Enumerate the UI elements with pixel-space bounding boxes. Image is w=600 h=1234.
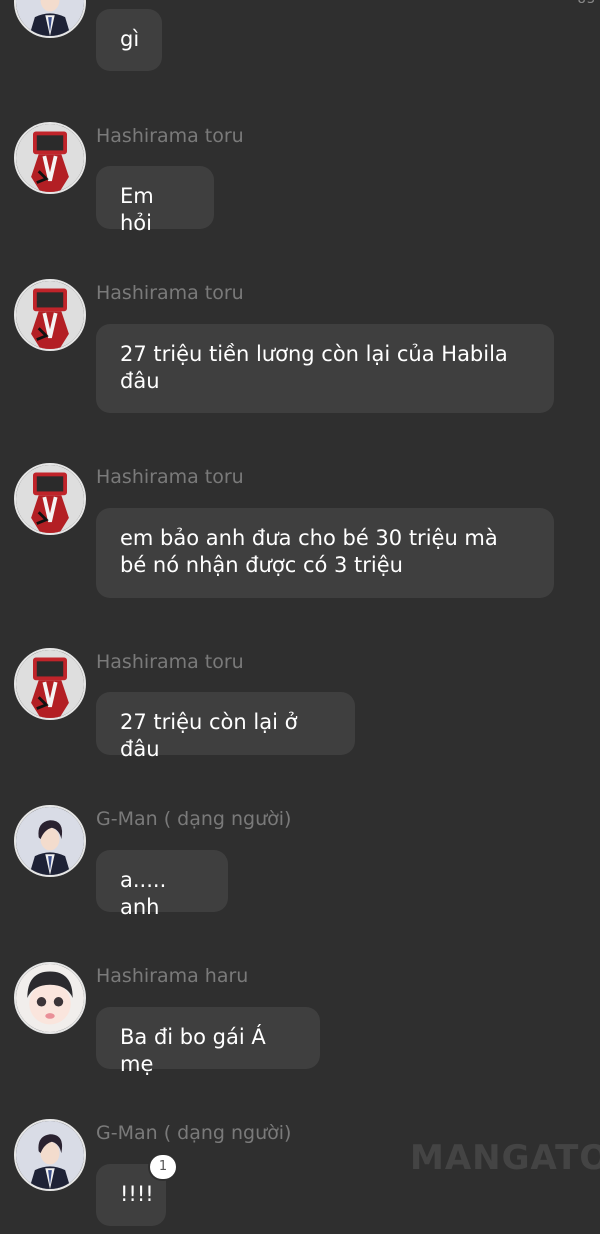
message-bubble[interactable]: Ba đi bo gái Á mẹ <box>96 1007 320 1076</box>
message-bubble[interactable]: em bảo anh đưa cho bé 30 triệu mà bé nó … <box>96 508 554 598</box>
gman-icon[interactable] <box>14 0 86 38</box>
status-battery: 83 <box>577 0 596 7</box>
robot-icon[interactable] <box>14 122 86 194</box>
message-bubble[interactable]: gì <box>96 9 162 71</box>
message-bubble[interactable]: Em hỏi <box>96 166 214 235</box>
sender-name: Hashirama toru <box>96 466 244 488</box>
message-bubble[interactable]: 27 triệu còn lại ở đâu <box>96 692 355 761</box>
sender-name: G-Man ( dạng người) <box>96 1122 292 1144</box>
message-text: 27 triệu tiền lương còn lại của Habila đ… <box>120 342 508 393</box>
message-text: Em hỏi <box>120 184 154 235</box>
robot-icon[interactable] <box>14 279 86 351</box>
sender-name: Hashirama toru <box>96 651 244 673</box>
message-text: em bảo anh đưa cho bé 30 triệu mà bé nó … <box>120 526 498 577</box>
sender-name: Hashirama haru <box>96 965 249 987</box>
sender-name: Hashirama toru <box>96 282 244 304</box>
sender-name: Hashirama toru <box>96 125 244 147</box>
sender-name: G-Man ( dạng người) <box>96 808 292 830</box>
status-bar: 83 <box>0 0 600 8</box>
gman-icon[interactable] <box>14 805 86 877</box>
robot-icon[interactable] <box>14 648 86 720</box>
message-text: 27 triệu còn lại ở đâu <box>120 710 298 761</box>
gman-icon[interactable] <box>14 1119 86 1191</box>
baby-icon[interactable] <box>14 962 86 1034</box>
message-text: !!!! <box>120 1182 154 1206</box>
reaction-count-badge[interactable]: 1 <box>150 1155 176 1179</box>
message-text: Ba đi bo gái Á mẹ <box>120 1025 266 1076</box>
message-text: a..... anh <box>120 868 167 919</box>
message-text: gì <box>120 27 140 51</box>
robot-icon[interactable] <box>14 463 86 535</box>
watermark: MANGATOO <box>410 1138 600 1178</box>
message-bubble[interactable]: a..... anh <box>96 850 228 919</box>
message-bubble[interactable]: 27 triệu tiền lương còn lại của Habila đ… <box>96 324 554 413</box>
